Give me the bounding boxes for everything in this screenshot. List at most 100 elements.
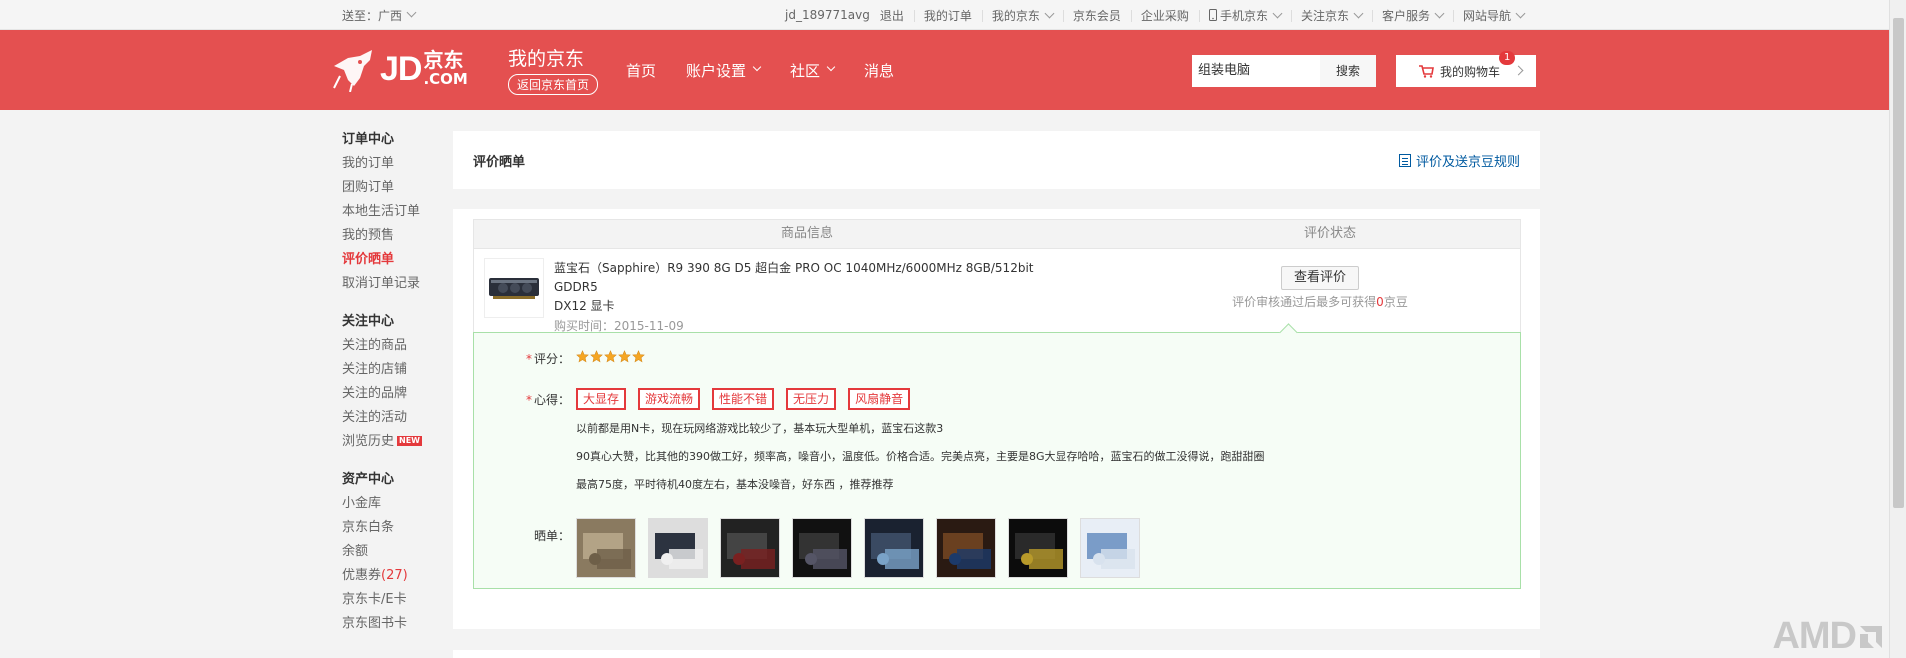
- view-review-button[interactable]: 查看评价: [1280, 266, 1359, 290]
- review-photo[interactable]: [1008, 518, 1068, 578]
- impression-label: * 心得：: [514, 391, 570, 408]
- top-link-myjd-label: 我的京东: [991, 8, 1040, 23]
- product-name[interactable]: 蓝宝石（Sapphire）R9 390 8G D5 超白金 PRO OC 104…: [554, 259, 1074, 316]
- top-link-service[interactable]: 客户服务: [1371, 7, 1453, 24]
- nav-account-settings[interactable]: 账户设置: [686, 60, 762, 81]
- search-input[interactable]: 组装电脑: [1192, 55, 1320, 87]
- location-selector[interactable]: 送至：广西: [342, 7, 417, 24]
- product-name-line2: DX12 显卡: [554, 299, 615, 313]
- photo-image: [943, 533, 991, 569]
- search-button[interactable]: 搜索: [1320, 55, 1376, 87]
- vertical-scrollbar[interactable]: [1889, 0, 1906, 658]
- nav-messages[interactable]: 消息: [864, 60, 894, 81]
- impression-tag[interactable]: 性能不错: [712, 388, 775, 410]
- new-badge: NEW: [397, 436, 422, 446]
- review-line: 以前都是用N卡，现在玩网络游戏比较少了，基本玩大型单机，蓝宝石这款3: [576, 422, 944, 435]
- sidebar-item-vault[interactable]: 小金库: [342, 492, 452, 516]
- impression-tag[interactable]: 游戏流畅: [638, 388, 701, 410]
- impression-tag[interactable]: 大显存: [576, 388, 627, 410]
- sidebar-item-presale[interactable]: 我的预售: [342, 224, 452, 248]
- username-link[interactable]: jd_189771avg: [775, 8, 880, 22]
- photo-list: [576, 518, 1152, 578]
- required-mark: *: [525, 393, 532, 407]
- impression-label-text: 心得：: [533, 393, 570, 407]
- graphics-card-image: [489, 278, 539, 299]
- top-link-sitenav-label: 网站导航: [1462, 8, 1511, 23]
- top-bar: 送至：广西 jd_189771avg 退出 我的订单 我的京东 京东会员 企业采…: [0, 0, 1906, 30]
- back-home-link[interactable]: 返回京东首页: [508, 74, 599, 95]
- jd-dog-logo-icon: [333, 50, 372, 92]
- photo-image: [727, 533, 775, 569]
- logo-com-text: .COM: [423, 70, 468, 88]
- sidebar-item-group-orders[interactable]: 团购订单: [342, 176, 452, 200]
- score-label-text: 评分：: [533, 352, 570, 366]
- nav-community-label: 社区: [790, 61, 821, 80]
- sidebar-item-cancelled[interactable]: 取消订单记录: [342, 272, 452, 296]
- top-link-service-label: 客户服务: [1381, 8, 1430, 23]
- sidebar-item-jd-card[interactable]: 京东卡/E卡: [342, 588, 452, 612]
- product-name-line1: 蓝宝石（Sapphire）R9 390 8G D5 超白金 PRO OC 104…: [554, 261, 1034, 294]
- sidebar-item-balance[interactable]: 余额: [342, 540, 452, 564]
- scrollbar-thumb[interactable]: [1893, 18, 1904, 508]
- review-text: 以前都是用N卡，现在玩网络游戏比较少了，基本玩大型单机，蓝宝石这款3 90真心大…: [576, 421, 1476, 505]
- logout-link[interactable]: 退出: [880, 7, 914, 24]
- star-icon[interactable]: [576, 350, 589, 363]
- star-icon[interactable]: [632, 350, 645, 363]
- sidebar-item-followed-events[interactable]: 关注的活动: [342, 406, 452, 430]
- photos-label: 晒单：: [533, 529, 570, 543]
- sidebar-item-my-orders[interactable]: 我的订单: [342, 152, 452, 176]
- nav-community[interactable]: 社区: [790, 60, 836, 81]
- star-icon[interactable]: [604, 350, 617, 363]
- chevron-down-icon: [1353, 8, 1364, 18]
- photo-image: [799, 533, 847, 569]
- jd-logo[interactable]: JD 京东 .COM: [330, 46, 468, 92]
- product-info: 蓝宝石（Sapphire）R9 390 8G D5 超白金 PRO OC 104…: [554, 259, 1074, 336]
- cart-button[interactable]: 我的购物车 1: [1396, 51, 1536, 87]
- review-rules-link[interactable]: 评价及送京豆规则: [1398, 151, 1520, 170]
- top-link-enterprise[interactable]: 企业采购: [1130, 7, 1199, 24]
- logo-jd-text: JD: [380, 50, 422, 88]
- sidebar-item-baitiao[interactable]: 京东白条: [342, 516, 452, 540]
- header: JD 京东 .COM 我的京东 返回京东首页 首页 账户设置 社区 消息 组装电…: [0, 30, 1906, 110]
- review-photo[interactable]: [792, 518, 852, 578]
- star-icon[interactable]: [590, 350, 603, 363]
- required-mark: *: [525, 352, 532, 366]
- logo-jdcom: 京东 .COM: [423, 50, 467, 88]
- sidebar-item-reviews[interactable]: 评价晒单: [342, 248, 452, 272]
- review-photo[interactable]: [576, 518, 636, 578]
- star-icon[interactable]: [618, 350, 631, 363]
- top-link-myjd[interactable]: 我的京东: [981, 7, 1063, 24]
- top-link-orders[interactable]: 我的订单: [913, 7, 982, 24]
- review-photo[interactable]: [648, 518, 708, 578]
- impression-tag[interactable]: 风扇静音: [848, 388, 911, 410]
- sidebar-item-coupons[interactable]: 优惠券(27): [342, 564, 452, 588]
- star-rating: [576, 350, 646, 363]
- sidebar-item-history-label: 浏览历史: [342, 434, 395, 449]
- sidebar-item-followed-products[interactable]: 关注的商品: [342, 334, 452, 358]
- product-thumbnail[interactable]: [484, 258, 544, 318]
- sidebar-item-local-orders[interactable]: 本地生活订单: [342, 200, 452, 224]
- sidebar-item-book-card[interactable]: 京东图书卡: [342, 612, 452, 636]
- impression-tag[interactable]: 无压力: [786, 388, 837, 410]
- nav-home[interactable]: 首页: [626, 60, 656, 81]
- review-panel: 商品信息 评价状态 蓝宝石（Sapphire）R9 390 8G D5 超白金 …: [453, 209, 1540, 629]
- top-link-member[interactable]: 京东会员: [1062, 7, 1131, 24]
- document-icon: [1398, 154, 1411, 167]
- sidebar-item-coupons-label: 优惠券: [342, 568, 382, 583]
- chevron-down-icon: [406, 7, 417, 17]
- review-photo[interactable]: [936, 518, 996, 578]
- review-photo[interactable]: [1080, 518, 1140, 578]
- sidebar-item-history[interactable]: 浏览历史 NEW: [342, 430, 452, 454]
- review-photo[interactable]: [720, 518, 780, 578]
- top-link-sitenav[interactable]: 网站导航: [1452, 7, 1534, 24]
- top-link-mobile[interactable]: 手机京东: [1198, 7, 1291, 24]
- nav-account-settings-label: 账户设置: [686, 61, 747, 80]
- sidebar-group-orders: 订单中心 我的订单 团购订单 本地生活订单 我的预售 评价晒单 取消订单记录: [342, 128, 452, 296]
- amd-watermark: AMD: [1772, 615, 1884, 658]
- top-link-follow[interactable]: 关注京东: [1290, 7, 1372, 24]
- review-photo[interactable]: [864, 518, 924, 578]
- amd-watermark-text: AMD: [1772, 615, 1857, 657]
- main-nav: 首页 账户设置 社区 消息: [626, 30, 924, 110]
- sidebar-item-followed-shops[interactable]: 关注的店铺: [342, 358, 452, 382]
- sidebar-item-followed-brands[interactable]: 关注的品牌: [342, 382, 452, 406]
